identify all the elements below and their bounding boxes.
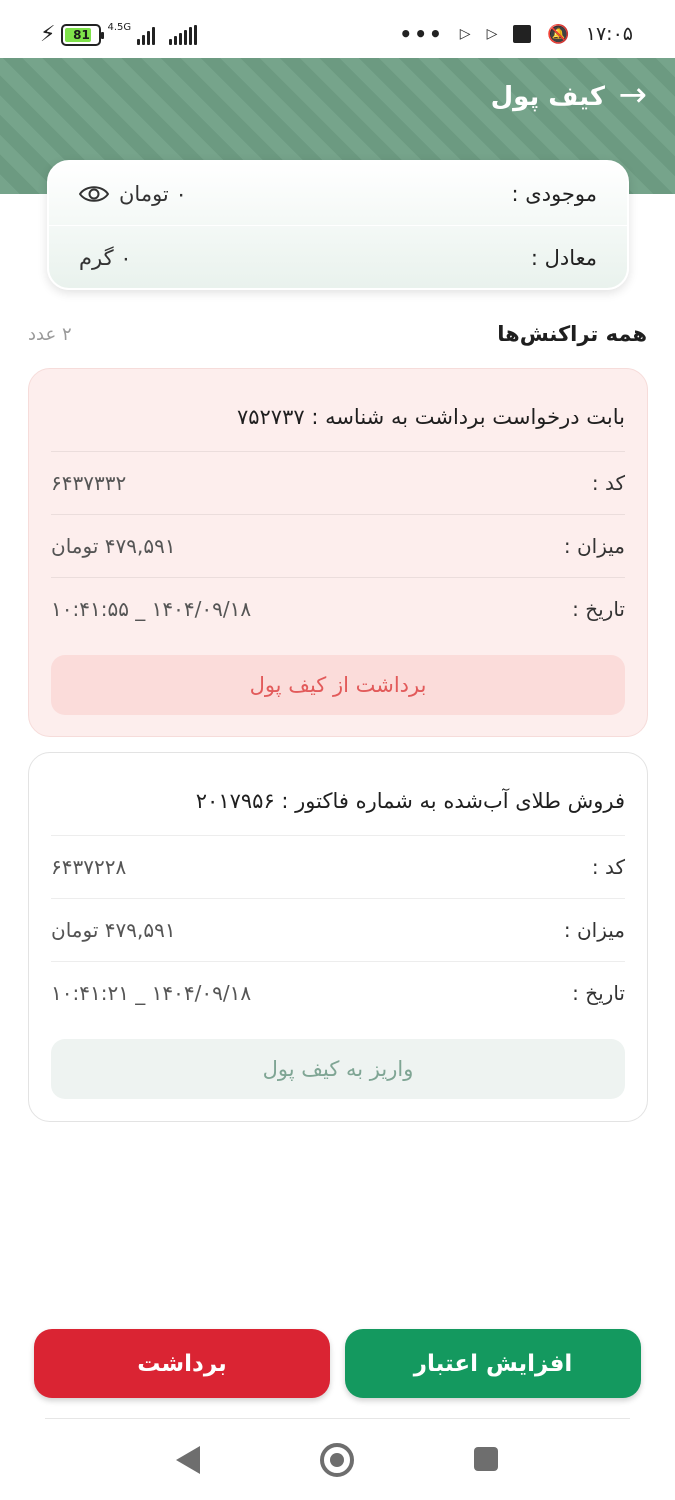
transaction-code-row: کد : ۶۴۳۷۳۳۲ xyxy=(51,451,625,514)
date-label: تاریخ : xyxy=(572,981,625,1005)
transactions-count: ۲ عدد xyxy=(28,324,72,345)
balance-label: موجودی : xyxy=(511,181,597,206)
transactions-title: همه تراکنش‌ها xyxy=(497,322,647,346)
network-type: 4.5G xyxy=(107,21,132,33)
nav-recents-icon[interactable] xyxy=(474,1447,498,1471)
transaction-card: بابت درخواست برداشت به شناسه : ۷۵۲۷۳۷ کد… xyxy=(28,368,648,737)
battery-icon: 81 xyxy=(61,24,105,46)
more-notifications-icon: ••• xyxy=(399,22,444,46)
amount-value: ۴۷۹,۵۹۱ تومان xyxy=(51,534,176,558)
code-label: کد : xyxy=(591,471,625,495)
balance-value-group: ۰ تومان xyxy=(79,182,187,206)
app-notification-icon xyxy=(513,25,532,43)
eye-icon[interactable] xyxy=(79,184,109,204)
equivalent-label: معادل : xyxy=(530,246,597,270)
nav-back-icon[interactable] xyxy=(176,1446,200,1474)
back-arrow-icon[interactable]: → xyxy=(619,78,648,112)
amount-label: میزان : xyxy=(563,534,625,558)
transaction-type-badge: واریز به کیف پول xyxy=(51,1039,625,1099)
page-title: کیف پول xyxy=(490,82,605,112)
amount-label: میزان : xyxy=(563,918,625,942)
status-right-group: ••• ▷ ▷ 🔕 ۱۷:۰۵ xyxy=(399,22,633,46)
system-navigation-bar xyxy=(0,1420,675,1500)
transaction-amount-row: میزان : ۴۷۹,۵۹۱ تومان xyxy=(51,514,625,577)
balance-value: ۰ تومان xyxy=(119,181,187,206)
play-store-icon: ▷ xyxy=(459,26,471,42)
increase-credit-button[interactable]: افزایش اعتبار xyxy=(345,1329,641,1398)
transaction-title: فروش طلای آب‌شده به شماره فاکتور : ۲۰۱۷۹… xyxy=(195,789,625,813)
code-value: ۶۴۳۷۲۲۸ xyxy=(51,855,127,879)
date-value: ۱۴۰۴/۰۹/۱۸ _ ۱۰:۴۱:۵۵ xyxy=(51,597,252,621)
balance-card: موجودی : ۰ تومان معادل : ۰ گرم xyxy=(47,160,629,290)
transaction-amount-row: میزان : ۴۷۹,۵۹۱ تومان xyxy=(51,898,625,961)
clock: ۱۷:۰۵ xyxy=(585,23,633,45)
signal-icon-2 xyxy=(169,25,198,45)
transaction-type-badge: برداشت از کیف پول xyxy=(51,655,625,715)
nav-divider xyxy=(45,1418,630,1419)
withdraw-button[interactable]: برداشت xyxy=(34,1329,330,1398)
status-bar: ⚡ 81 4.5G ••• ▷ ▷ 🔕 ۱۷:۰۵ xyxy=(0,0,675,58)
status-left-group: ⚡ 81 4.5G xyxy=(40,21,198,47)
equivalent-row: معادل : ۰ گرم xyxy=(49,226,627,290)
transaction-code-row: کد : ۶۴۳۷۲۲۸ xyxy=(51,835,625,898)
date-label: تاریخ : xyxy=(572,597,625,621)
balance-row: موجودی : ۰ تومان xyxy=(49,162,627,226)
transaction-title: بابت درخواست برداشت به شناسه : ۷۵۲۷۳۷ xyxy=(236,405,625,429)
amount-value: ۴۷۹,۵۹۱ تومان xyxy=(51,918,176,942)
transaction-card: فروش طلای آب‌شده به شماره فاکتور : ۲۰۱۷۹… xyxy=(28,752,648,1122)
transaction-date-row: تاریخ : ۱۴۰۴/۰۹/۱۸ _ ۱۰:۴۱:۲۱ xyxy=(51,961,625,1024)
nav-home-icon[interactable] xyxy=(320,1443,354,1477)
battery-level: 81 xyxy=(73,28,90,42)
transaction-date-row: تاریخ : ۱۴۰۴/۰۹/۱۸ _ ۱۰:۴۱:۵۵ xyxy=(51,577,625,640)
play-store-icon-2: ▷ xyxy=(486,26,498,42)
equivalent-value: ۰ گرم xyxy=(79,246,132,270)
signal-icon xyxy=(137,25,156,45)
code-value: ۶۴۳۷۳۳۲ xyxy=(51,471,127,495)
silent-bell-icon: 🔕 xyxy=(547,23,570,45)
code-label: کد : xyxy=(591,855,625,879)
date-value: ۱۴۰۴/۰۹/۱۸ _ ۱۰:۴۱:۲۱ xyxy=(51,981,252,1005)
charging-icon: ⚡ xyxy=(40,22,56,47)
